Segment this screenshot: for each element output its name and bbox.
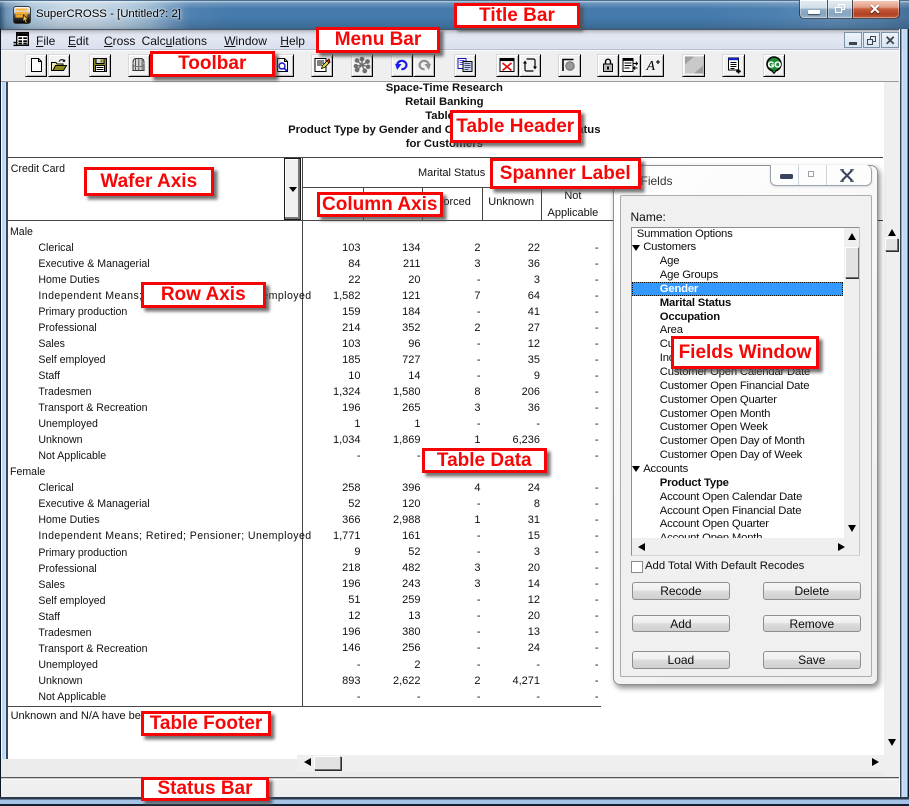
svg-text:A: A <box>645 59 655 73</box>
svg-text:GO: GO <box>767 60 781 70</box>
